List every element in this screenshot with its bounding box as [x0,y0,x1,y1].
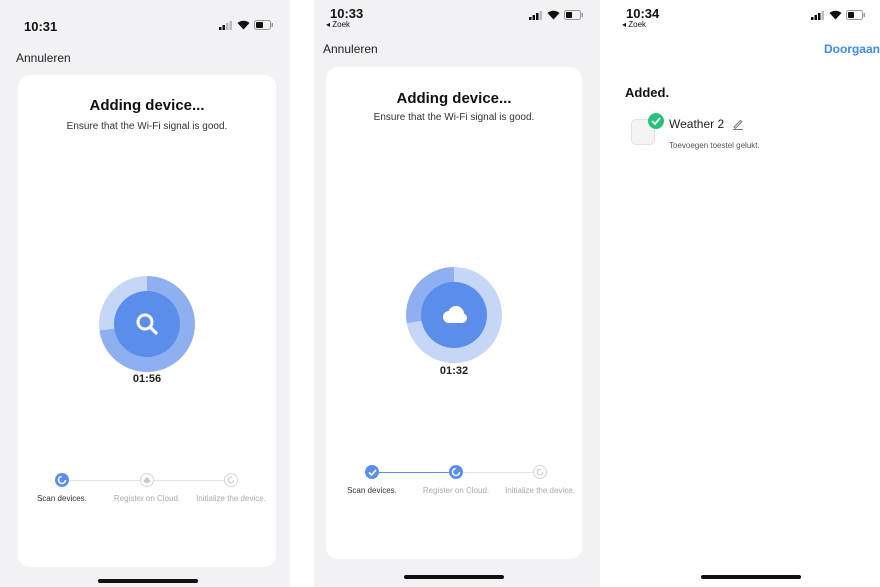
page-subtitle: Ensure that the Wi-Fi signal is good. [66,121,228,132]
battery-icon [564,10,583,20]
signal-icon [529,10,542,20]
cloud-icon [443,306,467,323]
step-label-register: Register on Cloud. [113,494,181,503]
page-subtitle: Ensure that the Wi-Fi signal is good. [373,112,535,123]
countdown-timer: 01:56 [132,373,162,385]
step-label-register: Register on Cloud. [422,486,490,495]
proceed-button[interactable]: Doorgaan [824,42,880,56]
search-icon [136,313,158,335]
battery-icon [254,20,273,30]
device-name: Weather 2 [669,117,725,131]
step-initialize-dot [224,473,238,487]
status-icons [219,20,274,30]
added-heading: Added. [625,85,670,100]
wifi-icon [547,10,560,20]
status-time: 10:33 [330,6,364,21]
step-label-scan: Scan devices. [37,494,87,503]
step-label-scan: Scan devices. [347,486,397,495]
spinner-icon [451,467,461,477]
cloud-icon [143,477,151,483]
signal-icon [219,20,232,30]
status-time: 10:34 [626,6,660,21]
home-indicator [404,575,504,579]
status-icons [529,10,584,20]
step-register-dot [449,465,463,479]
battery-icon [846,10,865,20]
refresh-icon [227,476,235,484]
progress-ring [406,267,502,363]
home-indicator [98,579,198,583]
progress-card: Adding device... Ensure that the Wi-Fi s… [326,67,582,559]
cancel-button[interactable]: Annuleren [16,51,71,65]
screen-added: 10:34 ◂ Zoek Doorgaan Added. Weather 2 T… [610,0,880,587]
step-scan-dot [55,473,69,487]
spinner-icon [57,475,67,485]
progress-card: Adding device... Ensure that the Wi-Fi s… [18,75,276,567]
cancel-button[interactable]: Annuleren [323,42,378,56]
step-label-initialize: Initialize the device. [505,486,575,495]
home-indicator [701,575,801,579]
screen-registering: 10:33 ◂ Zoek Annuleren Adding device... … [314,0,600,587]
success-check-icon [648,113,664,129]
page-title: Adding device... [89,97,205,114]
status-time: 10:31 [24,19,58,34]
countdown-timer: 01:32 [439,365,469,377]
progress-center [421,282,487,348]
back-to-search-link[interactable]: ◂ Zoek [622,20,646,29]
screen-scanning: 10:31 Annuleren Adding device... Ensure … [0,0,290,587]
signal-icon [811,10,824,20]
step-scan-dot [365,465,379,479]
refresh-icon [536,468,544,476]
wifi-icon [237,20,250,30]
device-status-text: Toevoegen toestel gelukt. [669,141,760,150]
wifi-icon [829,10,842,20]
pencil-edit-icon[interactable] [732,118,744,130]
step-register-dot [140,473,154,487]
step-initialize-dot [533,465,547,479]
back-to-search-link[interactable]: ◂ Zoek [326,20,350,29]
progress-center [114,291,180,357]
progress-ring [99,276,195,372]
step-label-initialize: Initialize the device. [196,494,266,503]
page-title: Adding device... [396,90,512,107]
checkmark-icon [367,468,377,476]
status-icons [811,10,866,20]
